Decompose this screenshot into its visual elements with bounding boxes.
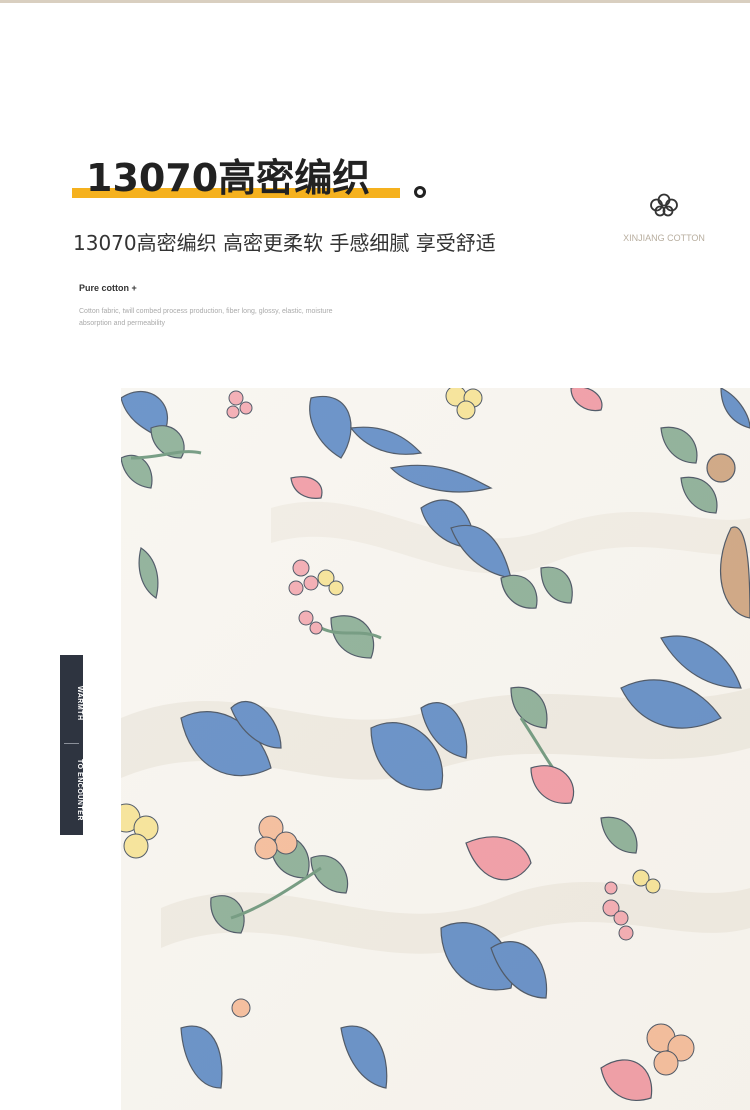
cotton-flower-icon: [650, 193, 678, 217]
page-subtitle: 13070高密编织 高密更柔软 手感细腻 享受舒适: [73, 231, 496, 255]
title-dot: [414, 186, 426, 198]
side-tag-divider: [64, 743, 79, 744]
side-tag: WARMTH TO ENCOUNTER: [60, 655, 83, 835]
fabric-illustration: [121, 388, 750, 1110]
top-divider: [0, 0, 750, 3]
pure-cotton-description: Cotton fabric, twill combed process prod…: [79, 308, 333, 327]
title-block: 13070高密编织: [72, 150, 412, 206]
page-title: 13070高密编织: [86, 156, 371, 200]
side-tag-warmth: WARMTH: [76, 685, 83, 721]
fabric-photo: [121, 388, 750, 1110]
pure-cotton-label: Pure cotton +: [79, 283, 137, 293]
side-tag-to-encounter: TO ENCOUNTER: [76, 759, 83, 821]
cotton-badge-label: XINJIANG COTTON: [623, 233, 705, 243]
